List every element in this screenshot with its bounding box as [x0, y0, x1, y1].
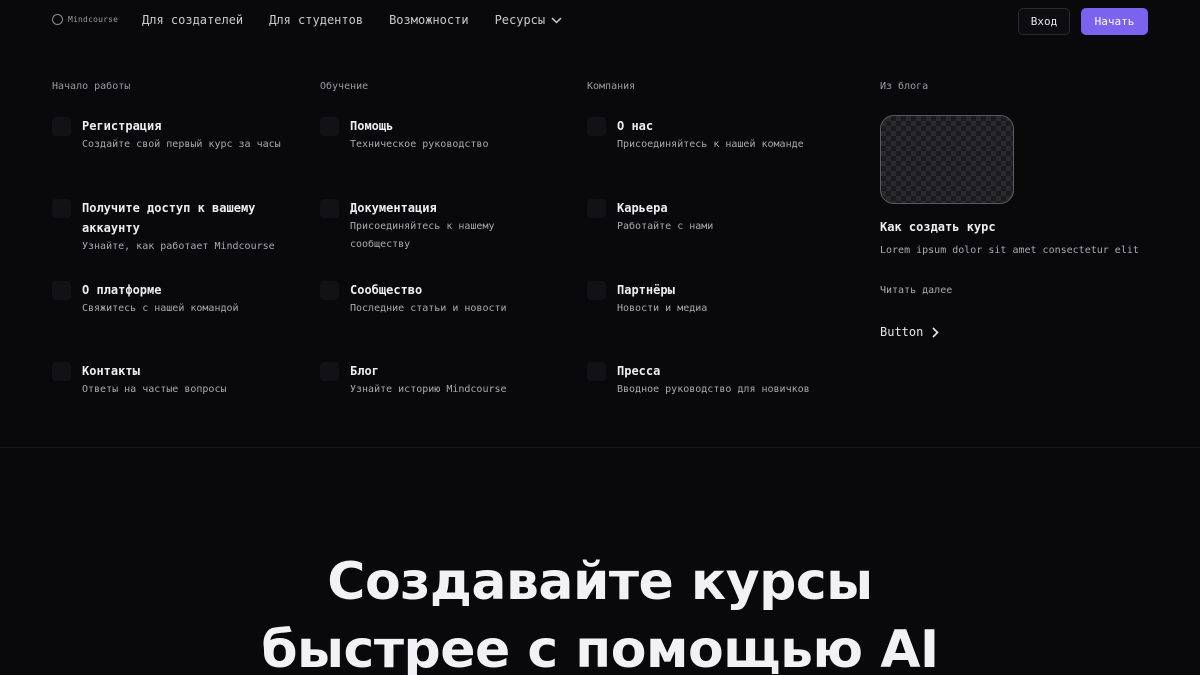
item-title: Помощь: [350, 119, 394, 133]
item-title: Партнёры: [617, 283, 675, 297]
nav-link-resources-label: Ресурсы: [494, 13, 546, 27]
chevron-right-icon: [932, 326, 939, 338]
item-title: Пресса: [617, 364, 661, 378]
menu-item-press[interactable]: Пресса Вводное руководство для новичков: [587, 361, 827, 399]
account-icon: [52, 199, 71, 218]
nav-link-resources[interactable]: Ресурсы: [495, 13, 563, 27]
item-desc: Техническое руководство: [350, 139, 489, 150]
menu-column-getting-started: Начало работы: [52, 81, 130, 92]
nav-link-creators[interactable]: Для создателей: [142, 13, 243, 27]
menu-item-account-access[interactable]: Получите доступ к вашему аккаунту Узнайте…: [52, 198, 292, 256]
partners-icon: [587, 281, 606, 300]
menu-item-community[interactable]: Сообщество Последние статьи и новости: [320, 280, 560, 318]
blog-icon: [320, 362, 339, 381]
item-title: О нас: [617, 119, 654, 133]
blog-post-title[interactable]: Как создать курс: [880, 220, 996, 234]
chevron-down-icon: [551, 17, 562, 24]
start-button[interactable]: Начать: [1081, 8, 1148, 35]
read-more-link[interactable]: Читать далее: [880, 285, 952, 296]
nav-links: Для создателей Для студентов Возможности…: [142, 13, 562, 27]
item-title: О платформе: [82, 283, 162, 297]
item-desc: Свяжитесь с нашей командой: [82, 303, 239, 314]
navbar: Mindcourse Для создателей Для студентов …: [0, 0, 1200, 42]
menu-divider: [0, 447, 1200, 448]
item-desc: Ответы на частые вопросы: [82, 384, 227, 395]
menu-column-company: Компания: [587, 81, 635, 92]
item-title: Документация: [350, 201, 437, 215]
menu-item-contacts[interactable]: Контакты Ответы на частые вопросы: [52, 361, 292, 399]
logo-text: Mindcourse: [68, 15, 119, 24]
item-title: Регистрация: [82, 119, 162, 133]
blog-post-desc: Lorem ipsum dolor sit amet consectetur e…: [880, 245, 1139, 256]
login-button[interactable]: Вход: [1018, 8, 1070, 35]
column-title: Обучение: [320, 81, 369, 92]
item-desc: Вводное руководство для новичков: [617, 384, 810, 395]
help-icon: [320, 117, 339, 136]
nav-link-features[interactable]: Возможности: [389, 13, 468, 27]
menu-item-about-platform[interactable]: О платформе Свяжитесь с нашей командой: [52, 280, 292, 318]
community-icon: [320, 281, 339, 300]
menu-item-career[interactable]: Карьера Работайте с нами: [587, 198, 827, 236]
menu-item-blog[interactable]: Блог Узнайте историю Mindcourse: [320, 361, 560, 399]
about-icon: [587, 117, 606, 136]
column-title: Из блога: [880, 81, 929, 92]
menu-item-registration[interactable]: Регистрация Создайте свой первый курс за …: [52, 116, 292, 154]
item-title: Контакты: [82, 364, 140, 378]
blog-button-label: Button: [880, 325, 924, 339]
hero-line-2: быстрее с помощью AI: [261, 620, 939, 675]
logo[interactable]: Mindcourse: [52, 14, 118, 25]
item-desc: Создайте свой первый курс за часы: [82, 139, 281, 150]
menu-item-partners[interactable]: Партнёры Новости и медиа: [587, 280, 827, 318]
menu-column-blog: Из блога: [880, 81, 928, 92]
item-desc: Работайте с нами: [617, 221, 714, 232]
logo-icon: [52, 14, 63, 25]
contacts-icon: [52, 362, 71, 381]
page: Mindcourse Для создателей Для студентов …: [0, 0, 1200, 675]
item-desc: Узнайте, как работает Mindcourse: [82, 241, 275, 252]
hero-line-1: Создавайте курсы: [327, 552, 873, 612]
column-title: Компания: [587, 81, 636, 92]
registration-icon: [52, 117, 71, 136]
menu-item-about-us[interactable]: О нас Присоединяйтесь к нашей команде: [587, 116, 827, 154]
menu-item-help[interactable]: Помощь Техническое руководство: [320, 116, 560, 154]
item-desc: Присоединяйтесь к нашему сообществу: [350, 221, 495, 250]
item-desc: Последние статьи и новости: [350, 303, 507, 314]
item-desc: Новости и медиа: [617, 303, 708, 314]
item-title: Карьера: [617, 201, 668, 215]
item-title: Получите доступ к вашему аккаунту: [82, 201, 256, 235]
hero-heading: Создавайте курсы быстрее с помощью AI: [0, 548, 1200, 675]
item-title: Блог: [350, 364, 379, 378]
item-desc: Узнайте историю Mindcourse: [350, 384, 507, 395]
menu-column-learning: Обучение: [320, 81, 368, 92]
item-title: Сообщество: [350, 283, 423, 297]
nav-link-students[interactable]: Для студентов: [269, 13, 363, 27]
documentation-icon: [320, 199, 339, 218]
blog-button[interactable]: Button: [880, 325, 939, 339]
press-icon: [587, 362, 606, 381]
blog-thumbnail-image[interactable]: [880, 115, 1014, 204]
menu-item-documentation[interactable]: Документация Присоединяйтесь к нашему соо…: [320, 198, 560, 254]
item-desc: Присоединяйтесь к нашей команде: [617, 139, 804, 150]
career-icon: [587, 199, 606, 218]
column-title: Начало работы: [52, 81, 131, 92]
platform-icon: [52, 281, 71, 300]
